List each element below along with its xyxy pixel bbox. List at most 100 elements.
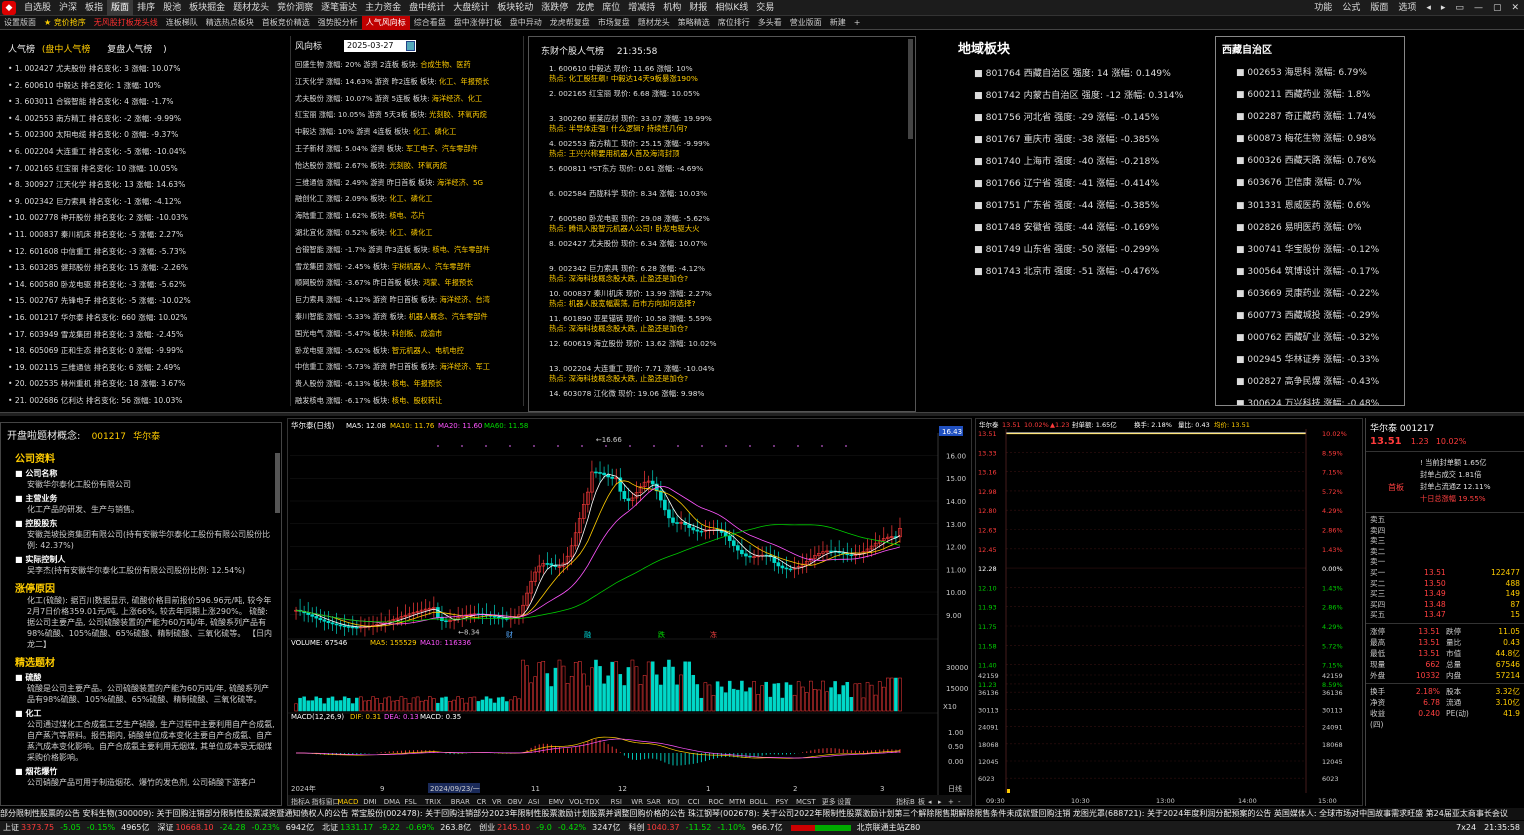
wind-row[interactable]: 贵人股份 涨幅: -6.13% 板块: 核电、年报预长: [295, 376, 523, 393]
minimize-icon[interactable]: —: [1469, 0, 1488, 16]
popularity-row[interactable]: • 21. 002686 亿利达 排名变化: 56 涨幅: 10.03%: [8, 393, 286, 406]
layout-tab[interactable]: 题材龙头: [634, 16, 674, 30]
menu-item[interactable]: 题材龙头: [229, 0, 273, 16]
popularity-row[interactable]: • 4. 002553 南方精工 排名变化: -2 涨幅: -9.99%: [8, 111, 286, 128]
indicator-tab[interactable]: TRIX: [424, 798, 441, 806]
wind-row[interactable]: 国光电气 涨幅: -5.47% 板块: 科创板、成渝市: [295, 326, 523, 343]
layout-tab[interactable]: 设置版面: [0, 16, 40, 30]
wind-row[interactable]: 江天化学 涨幅: 14.63% 游资 昨2连板 板块: 化工、年报预长: [295, 74, 523, 91]
region-row[interactable]: ■ 801764 西藏自治区 强度: 14 涨幅: 0.149%: [974, 63, 1212, 85]
menu-item[interactable]: 排序: [133, 0, 159, 16]
menu-item[interactable]: 相似K线: [711, 0, 752, 16]
popularity-row[interactable]: • 18. 605069 正和生态 排名变化: 0 涨幅: -9.99%: [8, 343, 286, 360]
region-row[interactable]: ■ 801748 安徽省 强度: -44 涨幅: -0.169%: [974, 217, 1212, 239]
layout-tab[interactable]: 多头看: [754, 16, 786, 30]
news-ticker[interactable]: 部分限制性股票的公告 安科生物(300009): 关于回购注销部分限制性股票减资…: [0, 808, 1524, 820]
popularity-row[interactable]: • 12. 601608 中信重工 排名变化: -3 涨幅: -5.73%: [8, 244, 286, 261]
popularity-row[interactable]: • 7. 002165 红宝丽 排名变化: 10 涨幅: 10.05%: [8, 161, 286, 178]
tab-intraday-popularity[interactable]: (盘中人气榜: [42, 45, 91, 55]
orderbook-row[interactable]: 买三 13.49 149: [1370, 589, 1520, 600]
kline-chart[interactable]: 华尔泰(日线) MA5: 12.08 MA10: 11.76 MA20: 11.60 M…: [288, 419, 972, 806]
server-status[interactable]: 北京联通主站Z80: [851, 821, 921, 835]
indicator-tab[interactable]: WR: [631, 798, 643, 806]
menu-item[interactable]: 盘中统计: [405, 0, 449, 16]
menu-right-item[interactable]: 功能: [1309, 0, 1337, 16]
popularity-row[interactable]: • 19. 002115 三维通信 排名变化: 6 涨幅: 2.49%: [8, 360, 286, 377]
indicator-tool[interactable]: +: [948, 798, 954, 806]
event-badge[interactable]: 财: [506, 630, 513, 639]
wind-row[interactable]: 顺网股份 涨幅: -3.67% 昨日首板 板块: 鸿蒙、年报预长: [295, 275, 523, 292]
indicator-tab[interactable]: MACD: [337, 798, 358, 806]
orderbook-row[interactable]: 买五 13.47 15: [1370, 610, 1520, 621]
event-badge[interactable]: 冻: [710, 630, 717, 639]
eastmoney-item[interactable]: 10. 000837 秦川机床 现价: 13.99 涨幅: 2.27% 热点: 机…: [549, 288, 915, 309]
popularity-row[interactable]: • 2. 600610 中毅达 排名变化: 1 涨幅: 10%: [8, 78, 286, 95]
menu-item[interactable]: 版面: [107, 0, 134, 16]
tibet-row[interactable]: ■ 300564 筑博设计 涨幅: -0.17%: [1236, 261, 1404, 283]
indicator-tool[interactable]: ▸: [938, 798, 942, 806]
tab-review-popularity[interactable]: 复盘人气榜: [107, 45, 152, 55]
eastmoney-item[interactable]: 3. 300260 新莱应材 现价: 33.07 涨幅: 19.99% 热点: 半…: [549, 113, 915, 134]
wind-row[interactable]: 中毅达 涨幅: 10% 游资 4连板 板块: 化工、磷化工: [295, 124, 523, 141]
tibet-row[interactable]: ■ 600773 西藏城投 涨幅: -0.29%: [1236, 305, 1404, 327]
menu-item[interactable]: 沪深: [55, 0, 81, 16]
layout-tab[interactable]: 新建: [826, 16, 850, 30]
tibet-row[interactable]: ■ 000762 西藏矿业 涨幅: -0.32%: [1236, 327, 1404, 349]
popularity-row[interactable]: • 16. 001217 华尔泰 排名变化: 660 涨幅: 10.02%: [8, 310, 286, 327]
add-tab-icon[interactable]: +: [850, 16, 865, 30]
wind-row[interactable]: 卧龙电驱 涨幅: -5.62% 板块: 智元机器人、电机电控: [295, 343, 523, 360]
tibet-row[interactable]: ■ 603669 灵康药业 涨幅: -0.22%: [1236, 283, 1404, 305]
eastmoney-scrollbar[interactable]: [908, 39, 913, 139]
indicator-tab[interactable]: MCST: [796, 798, 816, 806]
indicator-tab[interactable]: BRAR: [451, 798, 470, 806]
splitter[interactable]: [0, 412, 1524, 416]
indicator-tab[interactable]: 指标窗口: [312, 797, 340, 806]
layout-tab[interactable]: 策略精选: [674, 16, 714, 30]
eastmoney-item[interactable]: 8. 002427 尤夫股份 现价: 6.34 涨幅: 10.07%: [549, 238, 915, 259]
kc-index-label[interactable]: 科创: [629, 821, 647, 835]
popularity-row[interactable]: • 1. 002427 尤夫股份 排名变化: 3 涨幅: 10.07%: [8, 61, 286, 78]
wind-row[interactable]: 合锻智能 涨幅: -1.7% 游资 昨3连板 板块: 核电、汽车零部件: [295, 242, 523, 259]
layout-tab[interactable]: 市场复盘: [594, 16, 634, 30]
indicator-tab[interactable]: 更多: [822, 797, 836, 806]
orderbook-row[interactable]: 卖五: [1370, 515, 1520, 526]
region-row[interactable]: ■ 801751 广东省 强度: -44 涨幅: -0.385%: [974, 195, 1212, 217]
back-icon[interactable]: ◂: [1421, 0, 1436, 16]
eastmoney-item[interactable]: 1. 600610 中毅达 现价: 11.66 涨幅: 10% 热点: 化工股狂飙…: [549, 63, 915, 84]
wind-row[interactable]: 三维通信 涨幅: 2.49% 游资 昨日首板 板块: 海洋经济、5G: [295, 175, 523, 192]
eastmoney-item[interactable]: 7. 600580 卧龙电驱 现价: 29.08 涨幅: -5.62% 热点: 腾…: [549, 213, 915, 234]
eastmoney-item[interactable]: 13. 002204 大连重工 现价: 7.71 涨幅: -10.04% 热点: …: [549, 363, 915, 384]
cy-index-label[interactable]: 创业: [479, 821, 497, 835]
menu-right-item[interactable]: 版面: [1365, 0, 1393, 16]
wind-row[interactable]: 湖北宜化 涨幅: 0.52% 板块: 化工、磷化工: [295, 225, 523, 242]
popularity-row[interactable]: • 13. 603285 健邦股份 排名变化: 15 涨幅: -2.26%: [8, 260, 286, 277]
region-row[interactable]: ■ 801756 河北省 强度: -29 涨幅: -0.145%: [974, 107, 1212, 129]
indicator-tab[interactable]: PSY: [775, 798, 789, 806]
popularity-row[interactable]: • 17. 603949 雪龙集团 排名变化: 3 涨幅: -2.45%: [8, 327, 286, 344]
wind-row[interactable]: 秦川智能 涨幅: -5.33% 游资 板块: 机器人概念、汽车零部件: [295, 309, 523, 326]
tibet-row[interactable]: ■ 301331 恩威医药 涨幅: 0.6%: [1236, 195, 1404, 217]
event-badge[interactable]: 融: [584, 630, 591, 639]
popularity-row[interactable]: • 14. 600580 卧龙电驱 排名变化: -3 涨幅: -5.62%: [8, 277, 286, 294]
tibet-row[interactable]: ■ 002945 华林证券 涨幅: -0.33%: [1236, 349, 1404, 371]
orderbook-row[interactable]: 买四 13.48 87: [1370, 600, 1520, 611]
wind-row[interactable]: 融发核电 涨幅: -6.17% 板块: 核电、股权转让: [295, 393, 523, 406]
indicator-tab[interactable]: 设置: [837, 797, 851, 806]
popularity-row[interactable]: • 3. 603011 合锻智能 排名变化: 4 涨幅: -1.7%: [8, 94, 286, 111]
layout-tab[interactable]: 营业版面: [786, 16, 826, 30]
popularity-row[interactable]: • 15. 002767 先锋电子 排名变化: -5 涨幅: -10.02%: [8, 293, 286, 310]
wind-row[interactable]: 王子新材 涨幅: 5.04% 游资 板块: 军工电子、汽车零部件: [295, 141, 523, 158]
indicator-tab[interactable]: ASI: [528, 798, 539, 806]
menu-item[interactable]: 涨跌停: [537, 0, 572, 16]
tibet-row[interactable]: ■ 002826 易明医药 涨幅: 0%: [1236, 217, 1404, 239]
indicator-tool[interactable]: 指标B: [896, 797, 915, 806]
eastmoney-item[interactable]: 9. 002342 巨力索具 现价: 6.28 涨幅: -4.12% 热点: 深海…: [549, 263, 915, 284]
layout-tab[interactable]: 无风股打板龙头线: [90, 16, 162, 30]
eastmoney-item[interactable]: 6. 002584 西陇科学 现价: 8.34 涨幅: 10.03%: [549, 188, 915, 209]
layout-icon[interactable]: ▭: [1450, 0, 1469, 16]
tibet-row[interactable]: ■ 600873 梅花生物 涨幅: 0.98%: [1236, 128, 1404, 150]
date-picker[interactable]: 2025-03-27: [344, 39, 417, 52]
eastmoney-item[interactable]: 2. 002165 红宝丽 现价: 6.68 涨幅: 10.05%: [549, 88, 915, 109]
popularity-row[interactable]: • 10. 002778 神开股份 排名变化: 2 涨幅: -10.03%: [8, 210, 286, 227]
indicator-tab[interactable]: KDJ: [667, 798, 679, 806]
